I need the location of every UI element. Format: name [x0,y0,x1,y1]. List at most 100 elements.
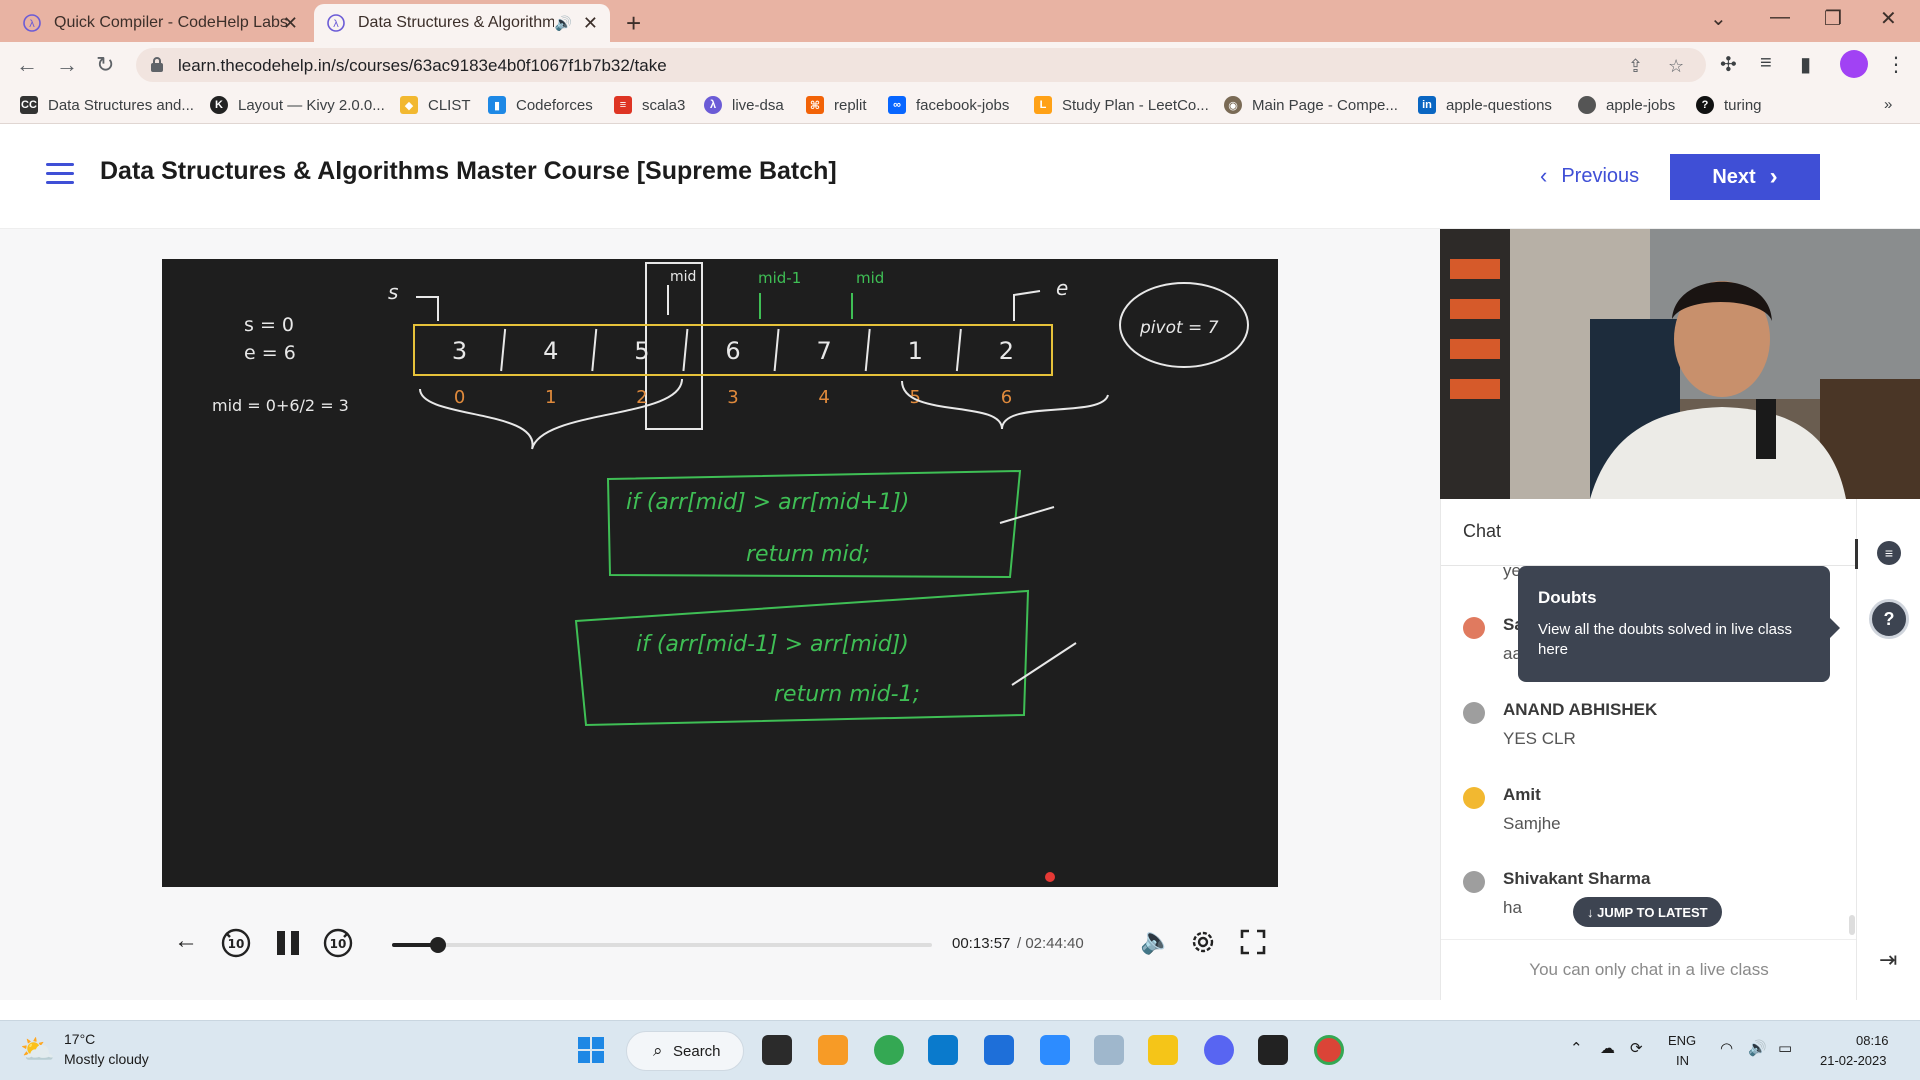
minimize-button[interactable]: — [1770,6,1790,29]
weather-temperature: 17°C [64,1031,96,1047]
chrome-menu-icon[interactable]: ⋮ [1886,52,1906,77]
bookmark-item[interactable]: ▮ Codeforces [488,96,593,114]
exit-icon[interactable]: ⇥ [1879,947,1897,973]
array-index: 4 [818,387,829,408]
chat-text: YES CLR [1503,729,1576,748]
clock-date[interactable]: 21-02-2023 [1820,1053,1887,1068]
zoom-icon[interactable] [1040,1035,1070,1065]
bookmark-item[interactable]: ◉ Main Page - Compe... [1224,96,1398,114]
sublime-icon[interactable] [818,1035,848,1065]
photos-icon[interactable] [1094,1035,1124,1065]
pointer-mid-label: mid [670,269,696,285]
bookmark-favicon-icon: CC [20,96,38,114]
doubts-question-icon[interactable]: ? [1869,599,1909,639]
onedrive-icon[interactable]: ☁ [1600,1039,1615,1057]
tab-quick-compiler[interactable]: λ Quick Compiler - CodeHelp Labs ✕ [10,4,310,42]
bookmark-item[interactable]: CC Data Structures and... [20,96,194,114]
bookmark-favicon-icon: λ [704,96,722,114]
tab-search-icon[interactable]: ⌄ [1710,6,1727,31]
maximize-button[interactable]: ❐ [1824,6,1842,31]
tray-overflow-icon[interactable]: ⌃ [1570,1039,1583,1057]
side-panel-icon[interactable]: ▮ [1800,52,1811,77]
doubts-tooltip: Doubts View all the doubts solved in liv… [1518,566,1840,682]
weather-cloud-icon[interactable]: ⛅ [20,1033,55,1066]
battery-icon[interactable]: ▭ [1778,1039,1792,1057]
chrome-icon[interactable] [874,1035,904,1065]
media-controls-icon[interactable]: ≡ [1760,52,1772,75]
chrome-profile-icon[interactable] [1314,1035,1344,1065]
sync-icon[interactable]: ⟳ [1630,1039,1643,1057]
pointer-mid-minus-label: mid-1 [758,269,801,287]
chat-scrollbar[interactable] [1849,915,1855,935]
tab-close-icon[interactable]: ✕ [283,13,298,34]
code2-line2: return mid-1; [774,682,920,707]
audio-playing-icon[interactable]: 🔊 [555,15,572,32]
avatar [1463,871,1485,893]
volume-icon[interactable]: 🔈 [1140,925,1172,956]
reload-icon[interactable]: ↻ [96,52,114,78]
discord-icon[interactable] [1204,1035,1234,1065]
language-code[interactable]: ENG [1668,1033,1696,1048]
fullscreen-icon[interactable] [1240,929,1266,960]
vscode-icon[interactable] [928,1035,958,1065]
bookmark-item[interactable]: ◆ CLIST [400,96,471,114]
close-window-button[interactable]: ✕ [1880,6,1897,31]
pause-button[interactable] [274,929,302,962]
new-tab-button[interactable]: + [626,8,641,39]
array-divider [500,328,507,372]
svg-text:10: 10 [228,937,245,951]
tab-close-icon[interactable]: ✕ [583,13,598,34]
share-icon[interactable]: ⇪ [1628,56,1643,77]
windows-start-icon[interactable] [576,1035,606,1065]
bookmark-item[interactable]: ? turing [1696,96,1762,114]
avatar [1463,787,1485,809]
address-bar[interactable]: learn.thecodehelp.in/s/courses/63ac9183e… [136,48,1706,82]
bookmark-item[interactable]: λ live-dsa [704,96,784,114]
back-arrow-icon[interactable]: ← [16,52,38,78]
wifi-icon[interactable]: ◠ [1720,1039,1733,1057]
progress-slider[interactable] [392,937,932,953]
forward-10-button[interactable]: 10 [322,927,354,964]
extensions-puzzle-icon[interactable]: ✣ [1720,52,1737,77]
player-controls: ← 10 10 00:13:57 / 02:44:40 🔈 [162,915,1278,975]
bookmark-item[interactable]: apple-jobs [1578,96,1675,114]
bookmark-star-icon[interactable]: ☆ [1668,56,1684,77]
chat-author: Amit [1503,785,1541,804]
bookmark-favicon-icon: in [1418,96,1436,114]
jump-to-latest-button[interactable]: ↓ JUMP TO LATEST [1573,897,1722,927]
bookmark-item[interactable]: in apple-questions [1418,96,1552,114]
next-button[interactable]: Next › [1670,154,1820,200]
code1-line1: if (arr[mid] > arr[mid+1]) [626,490,909,515]
settings-gear-icon[interactable] [1190,929,1216,960]
taskbar-search[interactable]: ⌕ Search [626,1031,744,1071]
chat-text: ha [1503,898,1522,917]
bookmark-item[interactable]: ⌘ replit [806,96,867,114]
speaker-icon[interactable]: 🔊 [1748,1039,1767,1057]
array-value: 4 [543,337,558,365]
sticky-notes-icon[interactable] [1258,1035,1288,1065]
previous-button[interactable]: ‹ Previous [1540,163,1639,189]
region-code[interactable]: IN [1676,1053,1689,1068]
task-view-icon[interactable] [762,1035,792,1065]
var-e: e = 6 [244,342,296,364]
tab-data-structures[interactable]: λ Data Structures & Algorithm 🔊 ✕ [314,4,610,42]
clock-time[interactable]: 08:16 [1856,1033,1889,1048]
next-label: Next [1712,165,1756,188]
file-explorer-icon[interactable] [1148,1035,1178,1065]
bookmark-item[interactable]: ∞ facebook-jobs [888,96,1009,114]
chat-bubble-icon[interactable]: ≡ [1877,541,1901,565]
progress-handle[interactable] [429,937,446,953]
bookmarks-overflow-icon[interactable]: » [1884,96,1892,113]
codehelp-favicon-icon: λ [22,13,42,33]
profile-avatar[interactable] [1840,50,1868,78]
bookmark-item[interactable]: ≡ scala3 [614,96,685,114]
whiteboard-video[interactable]: s = 0 e = 6 mid = 0+6/2 = 3 s e mid mid-… [162,259,1278,887]
svg-text:λ: λ [333,19,339,30]
menu-icon[interactable] [46,163,74,185]
word-icon[interactable] [984,1035,1014,1065]
bookmark-item[interactable]: L Study Plan - LeetCo... [1034,96,1209,114]
back-arrow-icon[interactable]: ← [174,927,198,955]
bookmark-item[interactable]: K Layout — Kivy 2.0.0... [210,96,385,114]
forward-arrow-icon[interactable]: → [56,52,78,78]
rewind-10-button[interactable]: 10 [220,927,252,964]
